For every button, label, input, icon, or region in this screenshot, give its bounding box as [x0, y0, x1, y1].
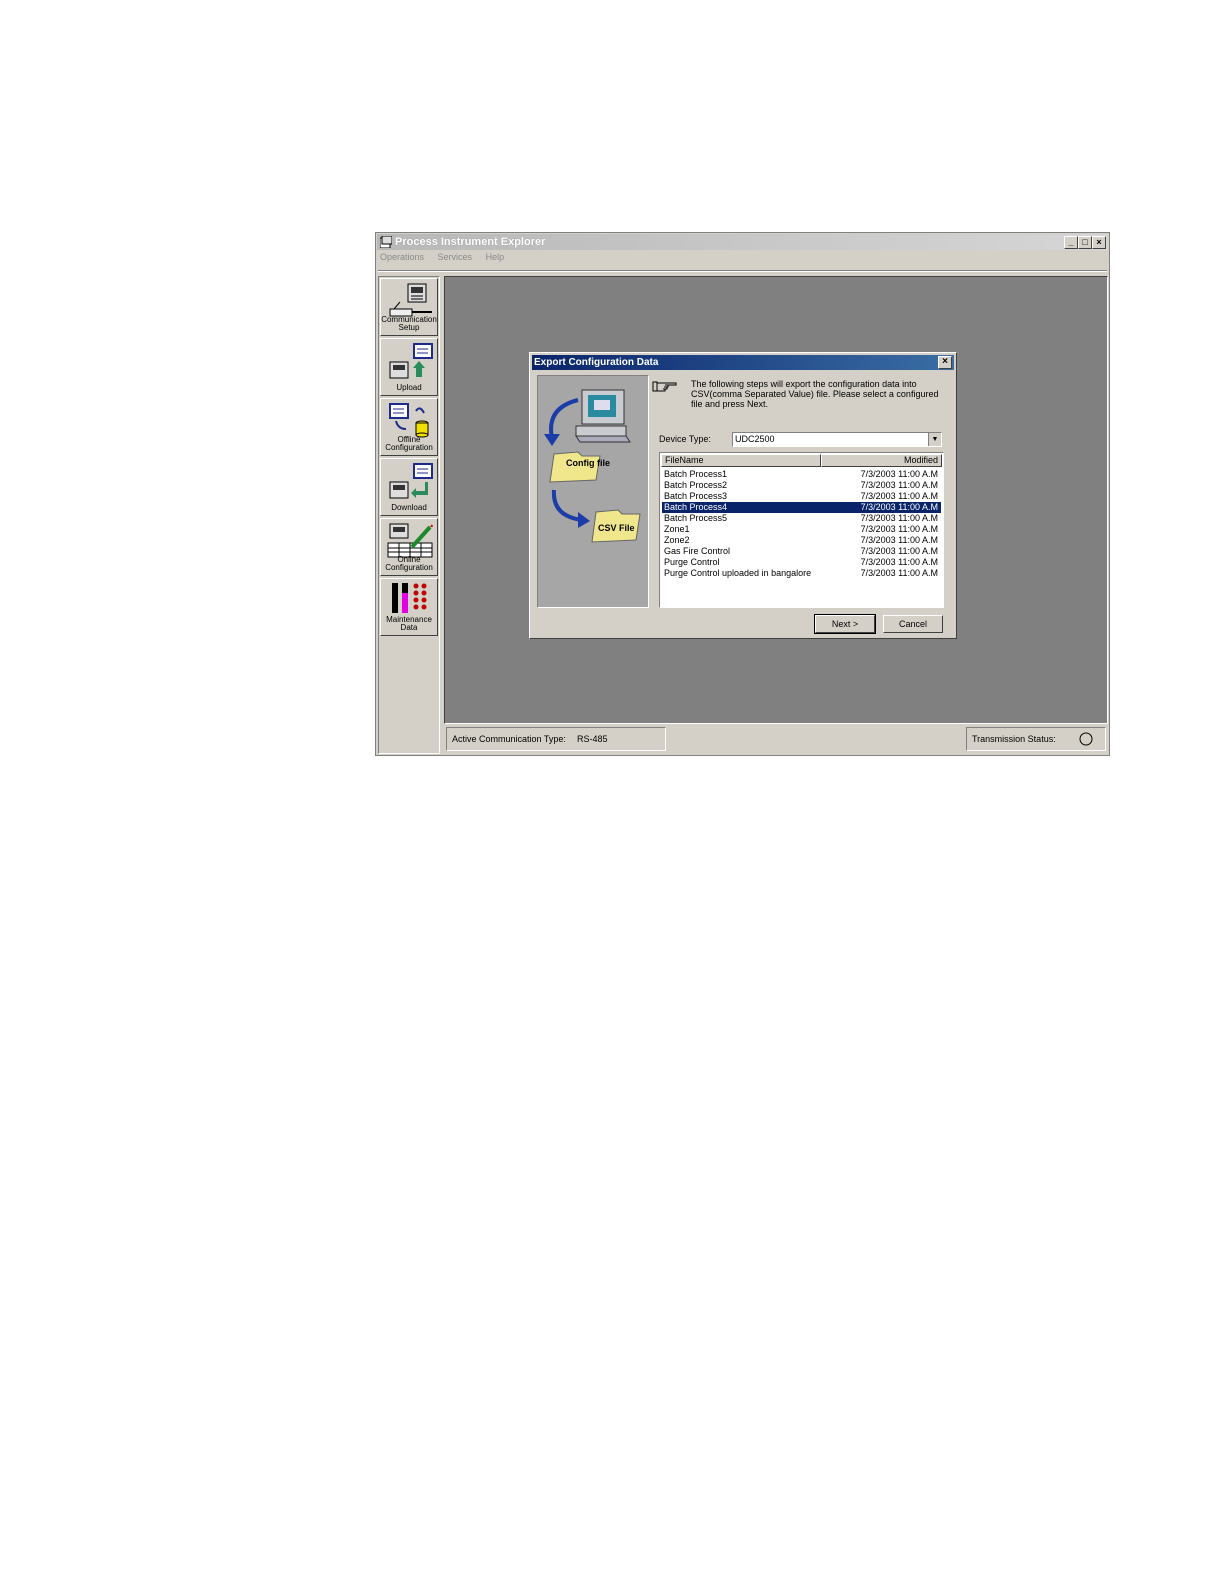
sidebar-item-label: Upload: [396, 383, 422, 392]
sidebar-item-label: Download: [391, 503, 427, 512]
menu-help[interactable]: Help: [486, 252, 505, 262]
sidebar-item-label: Maintenance Data: [386, 615, 432, 632]
sidebar-item-offline-configuration[interactable]: Offline Configuration: [380, 398, 438, 456]
export-illustration: Config file CSV File: [544, 389, 641, 543]
list-header: FileName Modified: [661, 454, 942, 467]
sidebar-item-label: Communication Setup: [381, 315, 437, 332]
transmission-panel: Transmission Status:: [966, 727, 1106, 751]
csv-file-label: CSV File: [598, 523, 635, 533]
device-type-label: Device Type:: [659, 434, 711, 444]
list-item-selected[interactable]: Batch Process4 7/3/2003 11:00 A.M: [662, 502, 941, 513]
list-item[interactable]: Gas Fire Control 7/3/2003 11:00 A.M: [662, 546, 941, 557]
device-type-select[interactable]: UDC2500 ▼: [732, 432, 942, 447]
maintenance-data-icon: [392, 583, 427, 613]
dialog-close-button[interactable]: ×: [938, 356, 952, 369]
upload-icon: [389, 343, 433, 379]
sidebar-item-online-configuration[interactable]: Online Configuration: [380, 518, 438, 576]
list-item[interactable]: Batch Process5 7/3/2003 11:00 A.M: [662, 513, 941, 524]
list-item[interactable]: Batch Process1 7/3/2003 11:00 A.M: [662, 469, 941, 480]
sidebar-item-label: Offline Configuration: [385, 435, 433, 452]
app-title: Process Instrument Explorer: [395, 236, 546, 248]
device-type-value: UDC2500: [735, 434, 775, 444]
list-item[interactable]: Purge Control 7/3/2003 11:00 A.M: [662, 557, 941, 568]
pointing-hand-icon: [652, 381, 677, 392]
comm-type-label: Active Communication Type:: [452, 734, 566, 744]
list-item[interactable]: Purge Control uploaded in bangalore 7/3/…: [662, 568, 941, 579]
chevron-down-icon[interactable]: ▼: [928, 433, 941, 446]
transmission-label: Transmission Status:: [972, 734, 1056, 744]
sidebar-item-maintenance-data[interactable]: Maintenance Data: [380, 578, 438, 636]
offline-configuration-icon: [389, 403, 429, 438]
app-titlebar: Process Instrument Explorer _ □ ×: [377, 234, 1108, 250]
dialog-title: Export Configuration Data: [534, 357, 659, 368]
next-button[interactable]: Next >: [814, 614, 876, 634]
menu-operations[interactable]: Operations: [380, 252, 424, 262]
comm-type-value: RS-485: [577, 734, 608, 744]
column-header-modified[interactable]: Modified: [821, 454, 942, 467]
sidebar-item-download[interactable]: Download: [380, 458, 438, 516]
app-icon: [380, 236, 392, 248]
download-icon: [389, 463, 433, 499]
instructions-text: The following steps will export the conf…: [691, 379, 939, 409]
cancel-button[interactable]: Cancel: [883, 615, 943, 633]
sidebar-item-communication-setup[interactable]: Communication Setup: [380, 278, 438, 336]
maximize-button[interactable]: □: [1078, 236, 1092, 249]
dialog-titlebar: Export Configuration Data ×: [532, 355, 954, 370]
statusbar: Active Communication Type: RS-485 Transm…: [446, 727, 1106, 753]
list-item[interactable]: Batch Process2 7/3/2003 11:00 A.M: [662, 480, 941, 491]
arrow-icon: [551, 489, 583, 522]
sidebar-item-upload[interactable]: Upload: [380, 338, 438, 396]
menu-services[interactable]: Services: [438, 252, 473, 262]
minimize-button[interactable]: _: [1064, 236, 1078, 249]
transmission-status-icon: [1079, 732, 1093, 746]
column-header-filename[interactable]: FileName: [661, 454, 821, 467]
comm-type-panel: Active Communication Type: RS-485: [446, 727, 666, 751]
export-dialog: Export Configuration Data × Config file: [529, 352, 957, 639]
menubar-divider: [378, 270, 1107, 272]
menubar: Operations Services Help: [380, 252, 515, 266]
sidebar: Communication Setup Upload Offline Confi…: [378, 276, 440, 754]
file-list[interactable]: FileName Modified Batch Process1 7/3/200…: [659, 452, 944, 608]
computer-icon: [575, 389, 631, 443]
config-file-label: Config file: [566, 458, 610, 468]
close-button[interactable]: ×: [1092, 236, 1106, 249]
illustration-panel: Config file CSV File: [537, 375, 649, 608]
online-configuration-icon: [387, 523, 433, 558]
sidebar-item-label: Online Configuration: [385, 555, 433, 572]
communication-setup-icon: [389, 283, 432, 317]
list-item[interactable]: Batch Process3 7/3/2003 11:00 A.M: [662, 491, 941, 502]
list-item[interactable]: Zone2 7/3/2003 11:00 A.M: [662, 535, 941, 546]
arrow-icon: [549, 398, 579, 439]
list-item[interactable]: Zone1 7/3/2003 11:00 A.M: [662, 524, 941, 535]
